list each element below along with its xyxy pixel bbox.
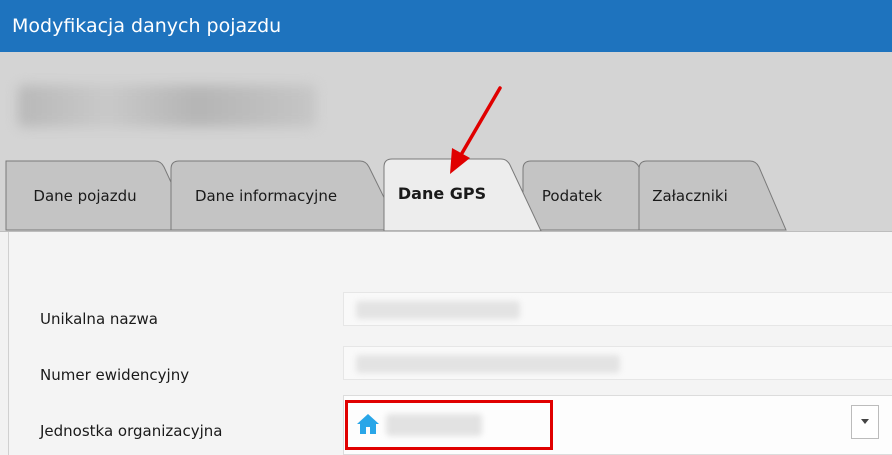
- tab-label: Dane pojazdu: [33, 187, 137, 205]
- unique-name-field[interactable]: [343, 292, 892, 326]
- window-titlebar: Modyfikacja danych pojazdu: [0, 0, 892, 52]
- registry-number-value-redacted: [356, 355, 620, 373]
- tab-dane-informacyjne[interactable]: Dane informacyjne: [170, 159, 402, 231]
- unique-name-value-redacted: [356, 301, 520, 319]
- annotation-highlight-box: [345, 400, 553, 450]
- tab-dane-pojazdu[interactable]: Dane pojazdu: [5, 159, 195, 231]
- vehicle-name-redacted: [18, 85, 316, 127]
- org-unit-label: Jednostka organizacyjna: [40, 422, 223, 440]
- registry-number-field[interactable]: [343, 346, 892, 380]
- tab-label: Dane GPS: [397, 184, 487, 203]
- annotation-arrow-icon: [450, 86, 502, 174]
- tab-label: Dane informacyjne: [194, 187, 338, 205]
- org-unit-dropdown-button[interactable]: [851, 405, 879, 439]
- unique-name-label: Unikalna nazwa: [40, 310, 158, 328]
- tab-label: Załaczniki: [652, 187, 728, 205]
- registry-number-label: Numer ewidencyjny: [40, 366, 190, 384]
- window-title: Modyfikacja danych pojazdu: [12, 15, 282, 37]
- chevron-down-icon: [861, 419, 869, 424]
- tab-zalaczniki[interactable]: Załaczniki: [638, 159, 788, 231]
